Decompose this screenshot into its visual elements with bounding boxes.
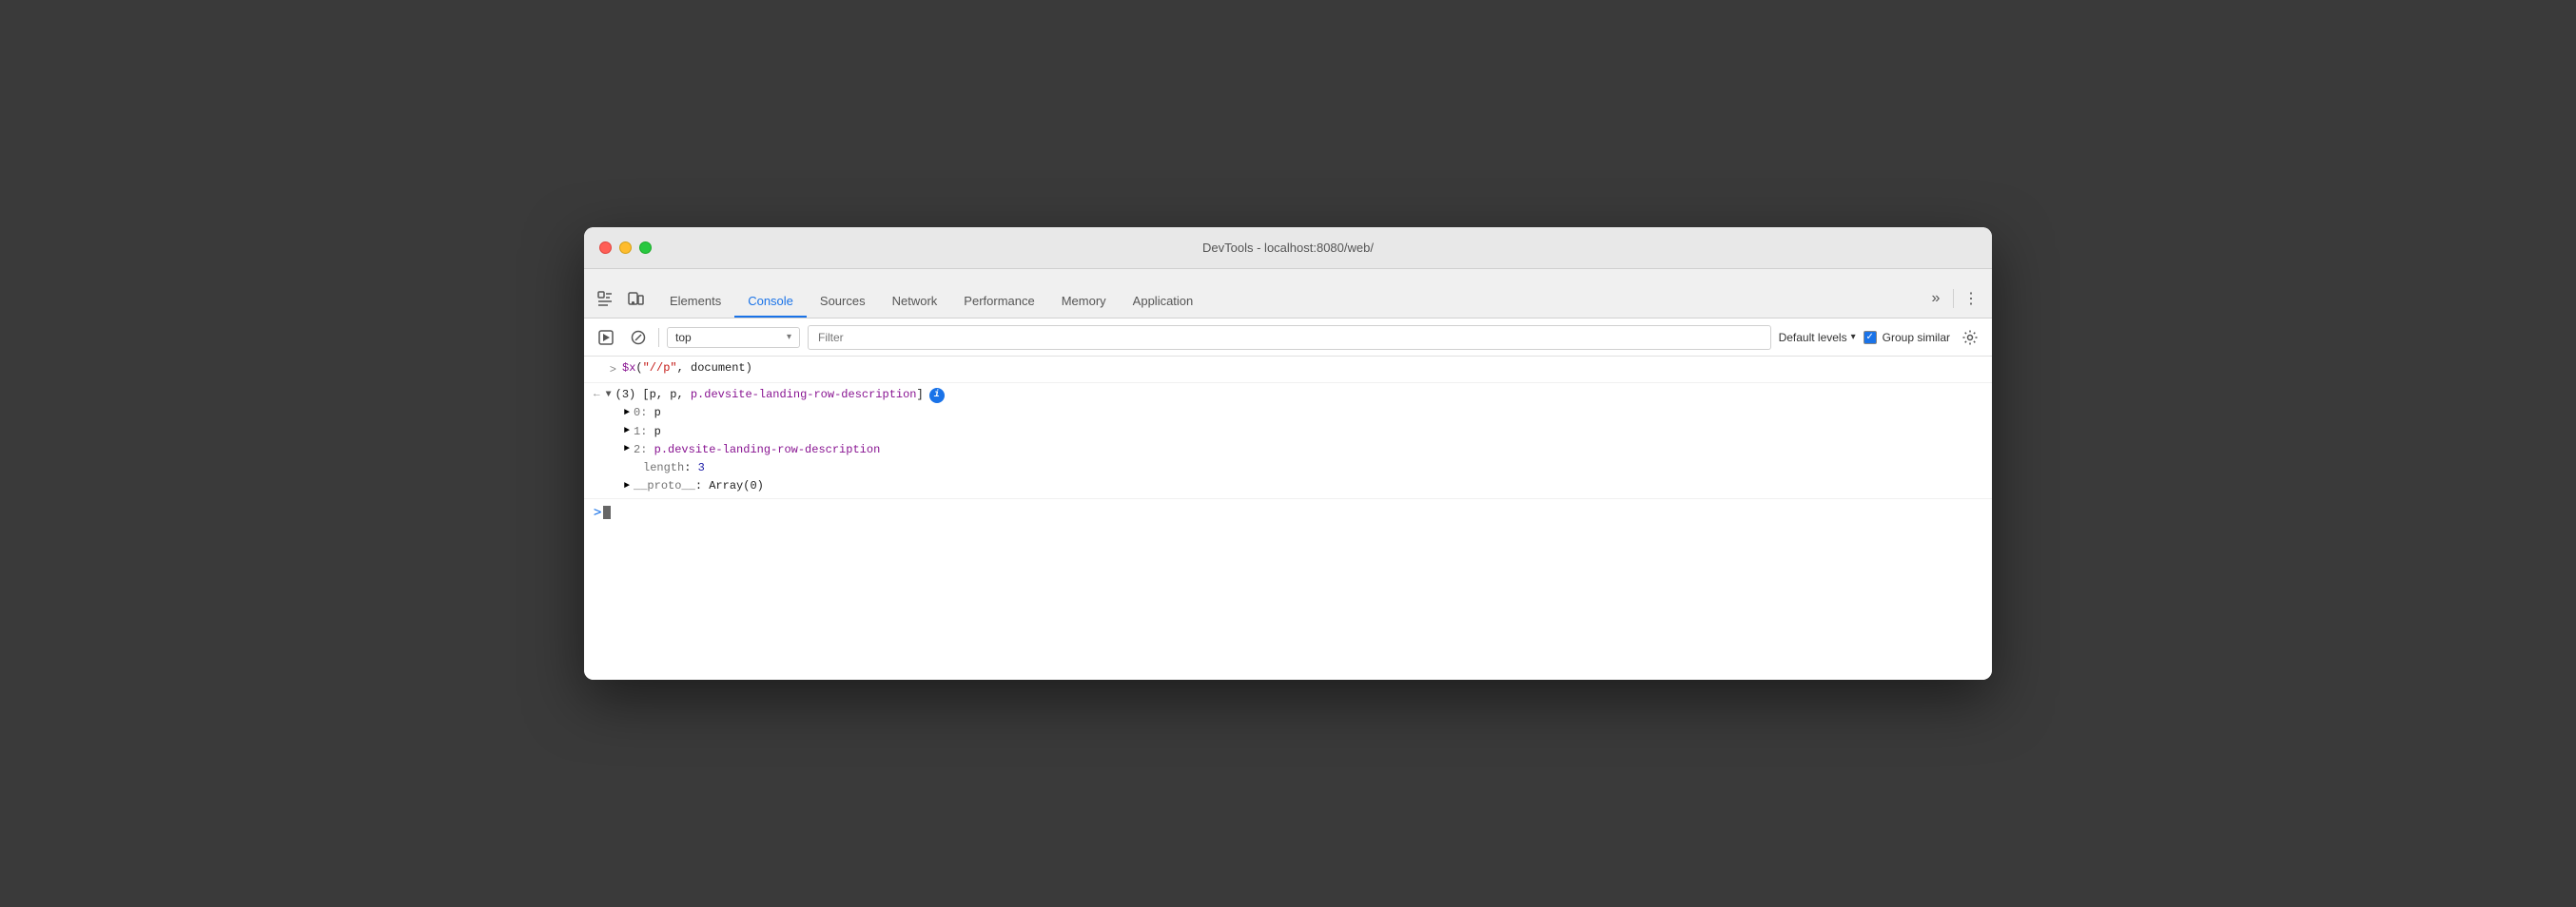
traffic-lights	[599, 241, 652, 254]
nav-more: » ⋮	[1922, 285, 1984, 312]
inspector-icon-button[interactable]	[592, 285, 618, 312]
settings-icon-button[interactable]	[1958, 325, 1982, 350]
tab-elements[interactable]: Elements	[656, 274, 734, 318]
tab-performance[interactable]: Performance	[950, 274, 1047, 318]
array-length: length: 3	[594, 459, 1982, 477]
item-0-expand-icon[interactable]: ►	[624, 406, 630, 421]
item-2-expand-icon[interactable]: ►	[624, 442, 630, 457]
tab-console[interactable]: Console	[734, 274, 807, 318]
item-1-text: 1: p	[634, 423, 661, 441]
more-tabs-button[interactable]: »	[1922, 285, 1949, 312]
context-selector[interactable]: top ▾	[667, 327, 800, 348]
item-1-expand-icon[interactable]: ►	[624, 424, 630, 439]
context-selector-arrow-icon: ▾	[787, 332, 791, 342]
minimize-button[interactable]	[619, 241, 632, 254]
array-header-text: (3) [p, p, p.devsite-landing-row-descrip…	[615, 386, 924, 404]
window-title: DevTools - localhost:8080/web/	[1202, 241, 1374, 255]
toolbar-divider-1	[658, 328, 659, 347]
back-arrow-icon: ←	[594, 387, 600, 404]
proto-text: __proto__: Array(0)	[634, 477, 764, 495]
tab-application[interactable]: Application	[1120, 274, 1207, 318]
item-0-text: 0: p	[634, 404, 661, 422]
tab-network[interactable]: Network	[879, 274, 951, 318]
array-item-0: ► 0: p	[594, 404, 1982, 422]
array-item-2: ► 2: p.devsite-landing-row-description	[594, 441, 1982, 459]
array-item-1: ► 1: p	[594, 423, 1982, 441]
execute-icon-button[interactable]	[594, 325, 618, 350]
console-output-array-header: ← ▼ (3) [p, p, p.devsite-landing-row-des…	[584, 383, 1992, 499]
close-button[interactable]	[599, 241, 612, 254]
levels-arrow-icon: ▾	[1851, 332, 1856, 342]
maximize-button[interactable]	[639, 241, 652, 254]
array-expand-triangle[interactable]: ▼	[606, 388, 612, 403]
array-proto: ► __proto__: Array(0)	[594, 477, 1982, 495]
console-output: > $x("//p", document) ← ▼ (3) [p, p, p.d…	[584, 357, 1992, 680]
length-text: length: 3	[643, 459, 705, 477]
nav-icons	[592, 285, 649, 312]
console-cursor-line[interactable]: >	[584, 499, 1992, 526]
device-toolbar-icon-button[interactable]	[622, 285, 649, 312]
console-input-entry: > $x("//p", document)	[584, 357, 1992, 383]
checkbox-icon: ✓	[1864, 331, 1877, 344]
info-badge[interactable]: i	[929, 388, 945, 403]
cursor-prompt: >	[594, 505, 601, 520]
more-options-button[interactable]: ⋮	[1958, 285, 1984, 312]
tab-sources[interactable]: Sources	[807, 274, 879, 318]
filter-input[interactable]	[808, 325, 1771, 350]
title-bar: DevTools - localhost:8080/web/	[584, 227, 1992, 269]
tab-memory[interactable]: Memory	[1048, 274, 1120, 318]
clear-console-icon-button[interactable]	[626, 325, 651, 350]
nav-divider	[1953, 289, 1954, 308]
devtools-window: DevTools - localhost:8080/web/ Elements	[584, 227, 1992, 680]
blinking-cursor	[603, 506, 611, 519]
nav-tabs: Elements Console Sources Network Perform…	[584, 269, 1992, 318]
proto-expand-icon[interactable]: ►	[624, 479, 630, 494]
console-toolbar: top ▾ Default levels ▾ ✓ Group similar	[584, 318, 1992, 357]
log-levels-button[interactable]: Default levels ▾	[1779, 331, 1856, 344]
group-similar-checkbox[interactable]: ✓ Group similar	[1864, 331, 1950, 344]
console-input-code: $x("//p", document)	[622, 359, 752, 377]
input-gutter: >	[594, 359, 616, 379]
item-2-text: 2: p.devsite-landing-row-description	[634, 441, 880, 459]
